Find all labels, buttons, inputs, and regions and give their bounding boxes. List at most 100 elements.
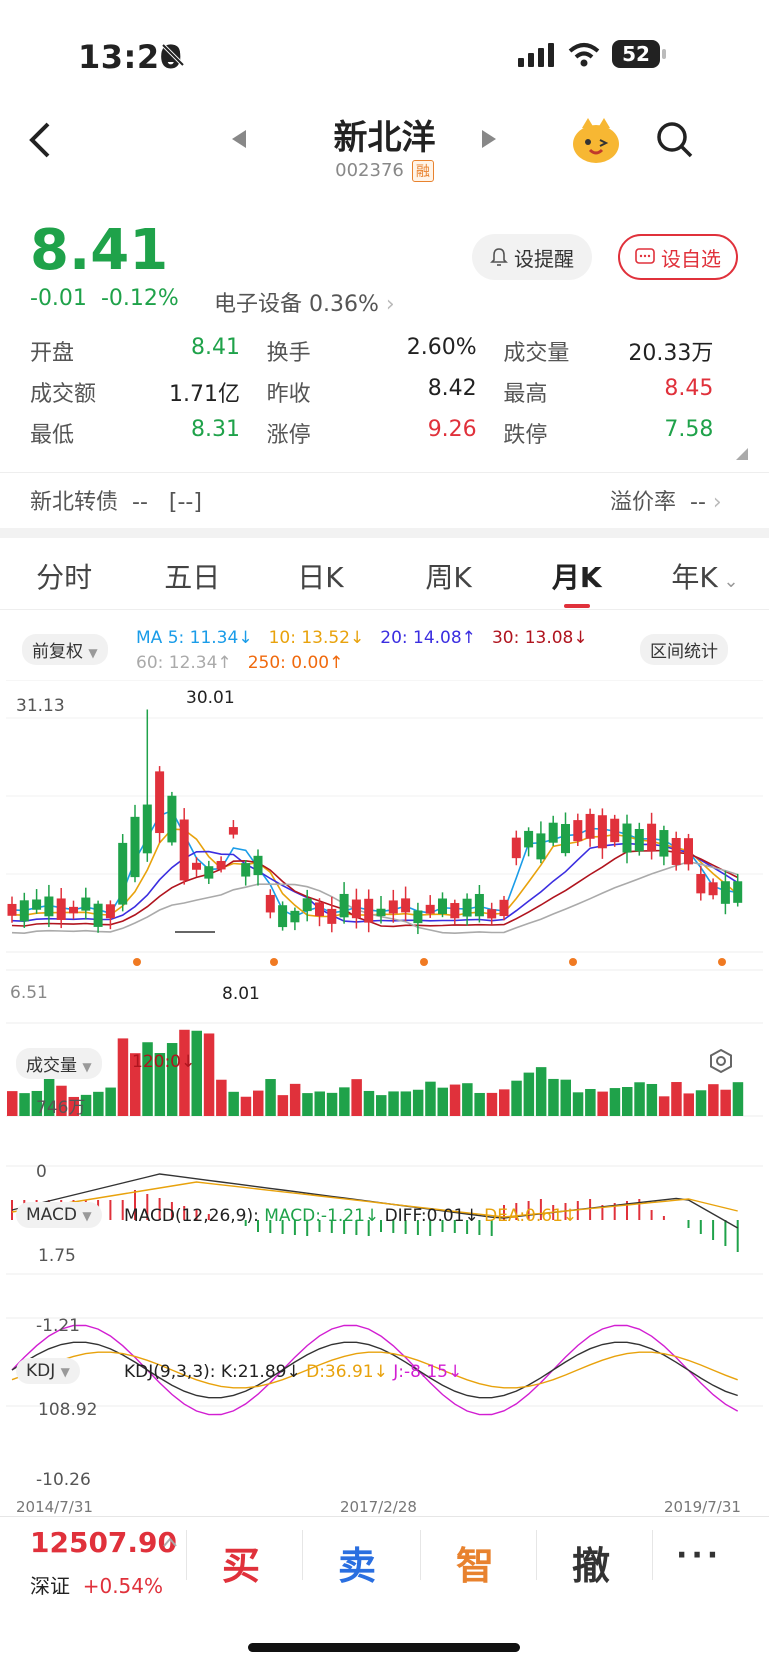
volume-bar	[179, 1029, 190, 1116]
stat-value: 8.42	[427, 375, 477, 401]
volume-title: 成交量	[26, 1056, 77, 1076]
chart-period-tabs: 分时 五日 日K 周K 月K 年K ⌄	[0, 548, 769, 608]
index-pct: +0.54%	[82, 1574, 164, 1598]
tab-0[interactable]: 分时	[0, 548, 128, 608]
date-start: 2014/7/31	[16, 1498, 93, 1516]
candle-body	[401, 898, 411, 913]
smart-button[interactable]: 智	[420, 1535, 530, 1590]
stats-row: 成交额 1.71亿 昨收 8.42 最高 8.45	[30, 371, 740, 412]
candle-body	[561, 823, 570, 854]
stock-name: 新北洋	[333, 118, 436, 158]
candle-body	[425, 904, 435, 914]
sell-button[interactable]: 卖	[302, 1535, 412, 1590]
event-dot	[718, 958, 726, 966]
volume-bar	[511, 1080, 522, 1116]
candle-body	[241, 863, 251, 877]
candle-body	[450, 903, 460, 919]
stat-cell: 最高 8.45	[503, 376, 740, 408]
stat-value: 2.60%	[406, 334, 477, 360]
tab-5[interactable]: 年K ⌄	[641, 548, 769, 608]
chat-plus-icon	[635, 248, 655, 264]
volume-ma: 120:0↓	[132, 1052, 196, 1072]
volume-bar	[720, 1089, 731, 1116]
ma-legend-item: 20: 14.08↑	[380, 628, 476, 648]
volume-bar	[277, 1095, 289, 1116]
stat-label: 成交额	[30, 381, 97, 407]
candle-body	[192, 862, 201, 870]
buy-button[interactable]: 买	[186, 1535, 296, 1590]
stat-label: 换手	[266, 340, 311, 366]
candle-body	[659, 830, 669, 857]
macd-value: MACD:-1.21↓	[264, 1206, 380, 1226]
volume-bar	[363, 1090, 375, 1116]
price-change: -0.01 -0.12%	[30, 286, 179, 311]
kdj-dropdown[interactable]: KDJ ▼	[16, 1358, 80, 1384]
bond-row[interactable]: 新北转债 -- [--]	[30, 484, 202, 516]
premium-row[interactable]: 溢价率 -- ›	[610, 484, 722, 516]
candle-body	[93, 903, 103, 927]
chevron-down-icon: ⌄	[717, 571, 739, 592]
candle-body	[32, 899, 42, 910]
volume-bar	[289, 1083, 301, 1116]
battery-tip	[662, 49, 666, 59]
chevron-up-icon[interactable]	[162, 1536, 178, 1548]
volume-bar	[622, 1087, 633, 1116]
event-dot	[270, 958, 278, 966]
candle-body	[339, 893, 349, 918]
volume-bar	[228, 1091, 239, 1116]
stat-value: 8.31	[191, 416, 240, 442]
volume-dropdown[interactable]: 成交量 ▼	[16, 1048, 102, 1079]
macd-dropdown[interactable]: MACD ▼	[16, 1202, 102, 1228]
range-stats-button[interactable]: 区间统计	[640, 634, 728, 665]
index-value: 12507.90	[30, 1526, 178, 1559]
tab-3[interactable]: 周K	[385, 548, 513, 608]
adjust-dropdown[interactable]: 前复权 ▼	[22, 634, 108, 665]
tab-2[interactable]: 日K	[256, 548, 384, 608]
candle-body	[388, 900, 398, 914]
set-alert-button[interactable]: 设提醒	[472, 234, 592, 280]
stat-value: 8.41	[191, 334, 240, 360]
macd-title: MACD	[26, 1205, 77, 1225]
tab-label: 月K	[551, 561, 602, 594]
candle-body	[733, 881, 743, 903]
candle-body	[499, 899, 509, 917]
alert-label: 设提醒	[514, 246, 574, 271]
candle-body	[19, 900, 29, 922]
volume-bar	[339, 1087, 350, 1116]
stock-charts[interactable]	[0, 680, 769, 1520]
candle-body	[351, 899, 361, 919]
settings-hexagon-icon[interactable]	[708, 1048, 734, 1074]
candle-body	[56, 898, 66, 920]
volume-bar	[253, 1090, 264, 1116]
divider	[0, 1516, 769, 1517]
change-percent: -0.12%	[100, 286, 179, 311]
volume-bar	[105, 1087, 116, 1116]
stat-label: 涨停	[266, 422, 311, 448]
add-watchlist-button[interactable]: 设自选	[618, 234, 738, 280]
more-icon[interactable]: ···	[676, 1538, 722, 1573]
chevron-down-icon: ▼	[82, 1209, 92, 1223]
bond-bracket: [--]	[168, 490, 202, 515]
expand-corner-icon[interactable]	[736, 448, 748, 460]
cancel-order-button[interactable]: 撤	[536, 1535, 646, 1590]
volume-bar	[732, 1082, 744, 1116]
sector-link[interactable]: 电子设备 0.36% ›	[214, 286, 395, 318]
margin-badge: 融	[411, 160, 434, 182]
volume-bar	[93, 1091, 104, 1116]
search-icon[interactable]	[655, 120, 695, 160]
battery-level: 52	[622, 42, 650, 66]
watch-label: 设自选	[661, 246, 721, 271]
candle-body	[142, 804, 152, 854]
mascot-icon[interactable]	[570, 116, 622, 166]
stat-cell: 成交额 1.71亿	[30, 376, 267, 408]
candle-body	[216, 860, 226, 870]
kdj-ymax: 108.92	[38, 1400, 98, 1420]
macd-ymax: 1.75	[38, 1246, 76, 1266]
tab-label: 分时	[36, 561, 93, 594]
tab-4[interactable]: 月K	[513, 548, 641, 608]
tab-label: 周K	[425, 561, 472, 594]
volume-bar	[523, 1072, 535, 1116]
tab-1[interactable]: 五日	[128, 548, 256, 608]
volume-bar	[683, 1093, 694, 1116]
stat-label: 最低	[30, 422, 75, 448]
